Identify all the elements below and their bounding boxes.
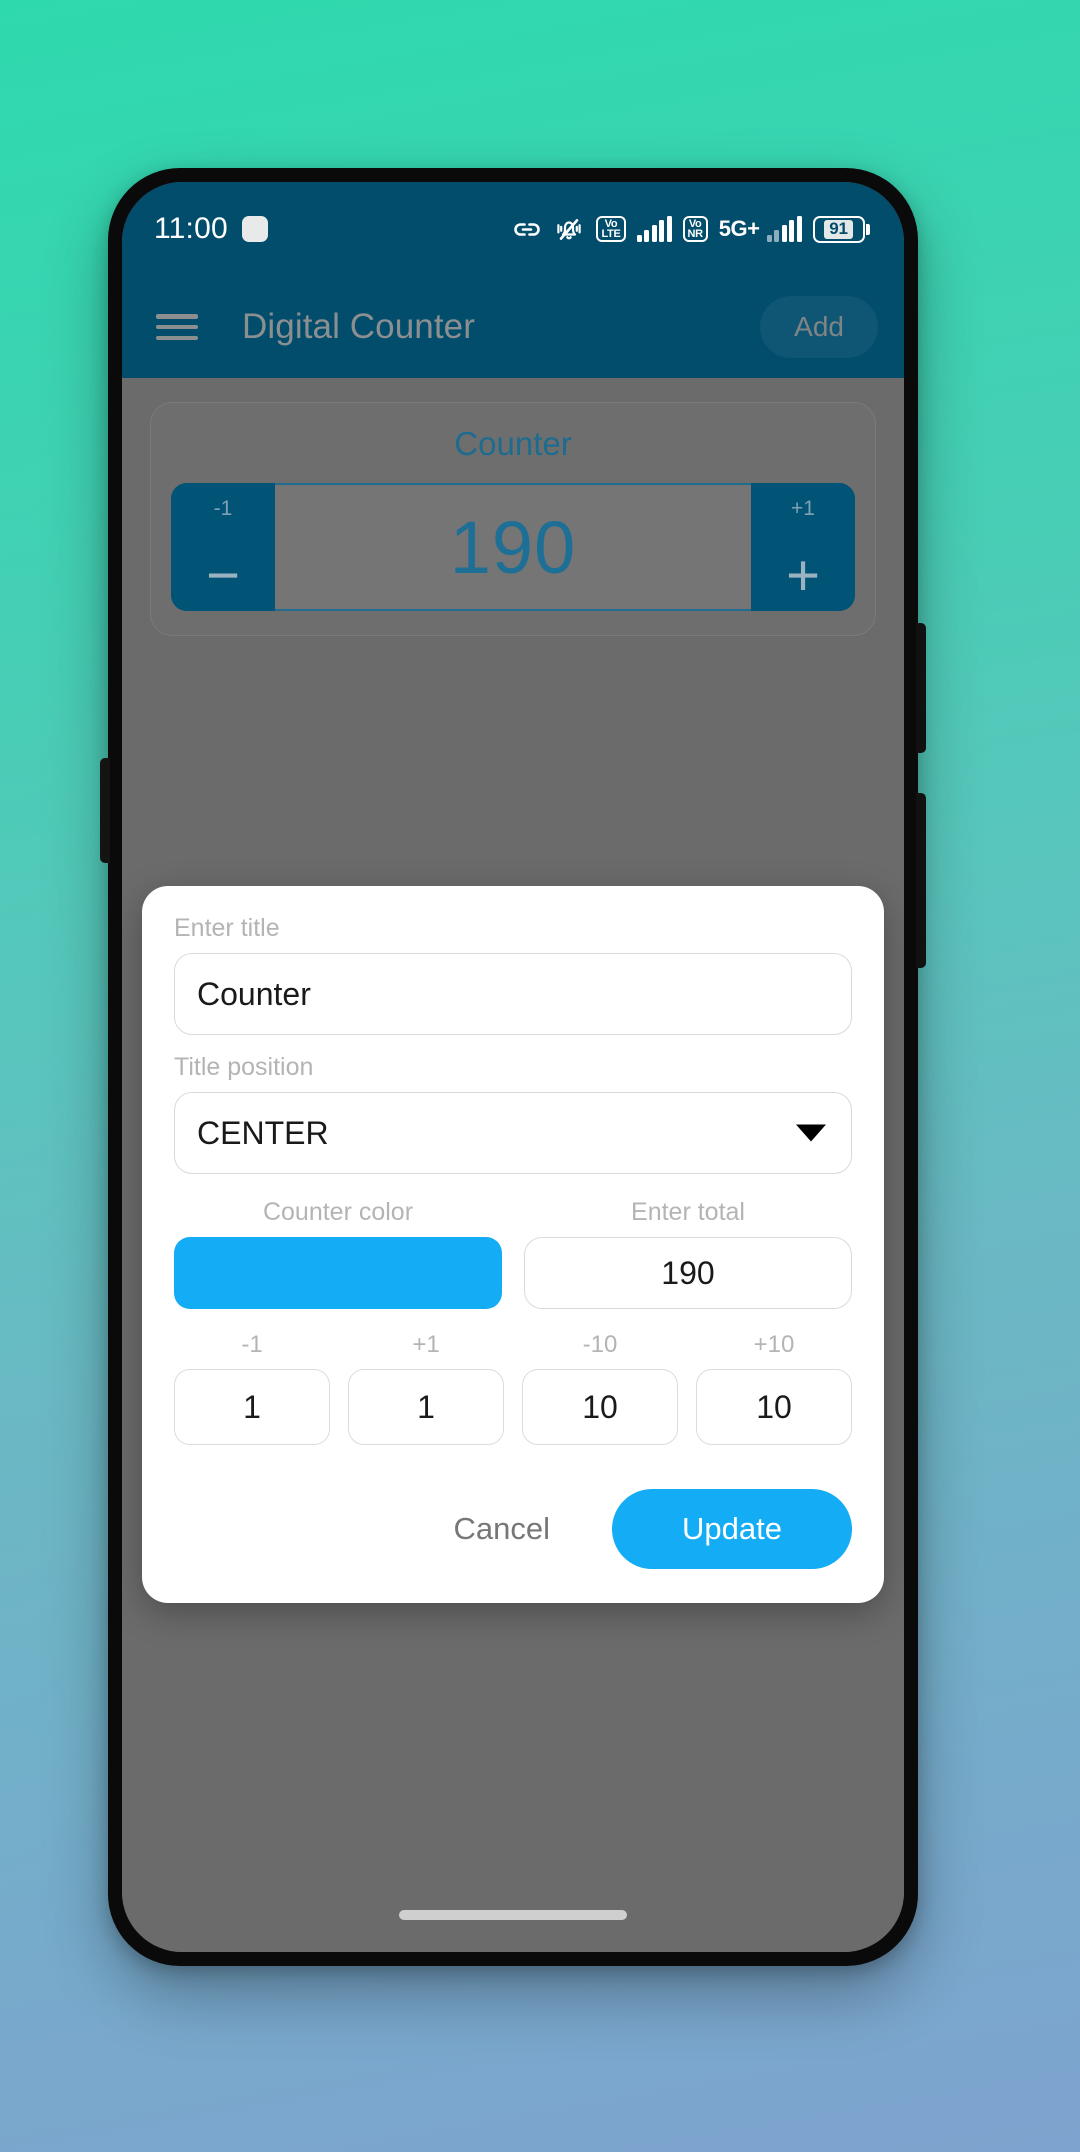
- cancel-button[interactable]: Cancel: [428, 1495, 577, 1563]
- hamburger-line: [156, 335, 198, 340]
- hamburger-line: [156, 324, 198, 330]
- title-position-select[interactable]: CENTER: [174, 1092, 852, 1174]
- counter-color-field: Counter color: [174, 1198, 502, 1309]
- position-field-label: Title position: [174, 1053, 314, 1081]
- bell-muted-icon: [557, 219, 582, 240]
- side-button-left[interactable]: [100, 758, 110, 863]
- step-field-plus-1: +1: [348, 1331, 504, 1445]
- page-title: Digital Counter: [242, 307, 475, 346]
- network-type-label: 5G+: [718, 216, 760, 241]
- step-input-minus-10[interactable]: [522, 1369, 678, 1445]
- step-label-minus-10: -10: [582, 1331, 618, 1358]
- decrement-button[interactable]: -1 −: [171, 483, 275, 611]
- step-field-minus-10: -10: [522, 1331, 678, 1445]
- app-bar: Digital Counter Add: [122, 276, 904, 378]
- step-field-plus-10: +10: [696, 1331, 852, 1445]
- counter-value-box[interactable]: 190: [275, 483, 751, 611]
- counter-color-swatch[interactable]: [174, 1237, 502, 1309]
- signal-bars-sim2-icon: [766, 216, 802, 242]
- update-button[interactable]: Update: [612, 1489, 852, 1569]
- edit-counter-dialog: Enter title Title position CENTER Counte…: [142, 886, 884, 1603]
- step-input-plus-1[interactable]: [348, 1369, 504, 1445]
- status-bar-left: 11:00: [154, 212, 268, 246]
- counter-control-row: -1 − 190 +1 +: [171, 483, 855, 611]
- step-values-row: -1 +1 -10 +10: [174, 1331, 852, 1445]
- increment-button[interactable]: +1 +: [751, 483, 855, 611]
- volte-icon: Vo LTE: [596, 215, 626, 243]
- hamburger-menu-icon[interactable]: [156, 311, 198, 343]
- enter-total-field: Enter total: [524, 1198, 852, 1309]
- main-content: Counter -1 − 190 +1 + Enter title Counte…: [122, 378, 904, 1952]
- step-field-minus-1: -1: [174, 1331, 330, 1445]
- hamburger-line: [156, 314, 198, 319]
- title-position-select-wrap: CENTER: [174, 1092, 852, 1174]
- counter-color-label: Counter color: [262, 1198, 414, 1226]
- phone-screen: 11:00 Vo LTE Vo NR 5G+ 91 Digital Counte…: [122, 182, 904, 1952]
- add-button[interactable]: Add: [760, 296, 878, 358]
- battery-fill: 91: [824, 219, 853, 239]
- enter-total-label: Enter total: [631, 1198, 745, 1226]
- volte-line2: LTE: [601, 228, 621, 240]
- title-field-label: Enter title: [174, 914, 280, 942]
- battery-icon: 91: [812, 215, 870, 243]
- vonr-line2: NR: [687, 228, 704, 240]
- counter-card-title: Counter: [454, 425, 572, 462]
- vonr-icon: Vo NR: [682, 215, 708, 243]
- minus-icon: −: [206, 543, 240, 608]
- title-input[interactable]: [174, 953, 852, 1035]
- status-bar-right: Vo LTE Vo NR 5G+ 91: [512, 215, 870, 243]
- notification-badge-icon: [241, 216, 268, 242]
- color-total-row: Counter color Enter total: [174, 1198, 852, 1309]
- battery-body: 91: [812, 215, 865, 243]
- battery-level: 91: [829, 219, 848, 238]
- counter-value: 190: [449, 505, 577, 589]
- increment-step-label: +1: [791, 497, 815, 520]
- decrement-step-label: -1: [213, 497, 233, 520]
- plus-icon: +: [786, 543, 820, 608]
- step-label-plus-1: +1: [412, 1331, 440, 1358]
- dialog-actions: Cancel Update: [174, 1489, 852, 1573]
- phone-frame: 11:00 Vo LTE Vo NR 5G+ 91 Digital Counte…: [100, 168, 926, 1966]
- battery-cap: [866, 223, 870, 235]
- power-button[interactable]: [916, 623, 926, 753]
- step-input-plus-10[interactable]: [696, 1369, 852, 1445]
- status-bar: 11:00 Vo LTE Vo NR 5G+ 91: [122, 182, 904, 276]
- status-clock: 11:00: [154, 212, 228, 245]
- volume-button[interactable]: [916, 793, 926, 968]
- step-label-minus-1: -1: [241, 1331, 263, 1358]
- home-indicator[interactable]: [399, 1910, 627, 1920]
- signal-bars-sim1-icon: [636, 216, 672, 242]
- step-input-minus-1[interactable]: [174, 1369, 330, 1445]
- enter-total-input[interactable]: [524, 1237, 852, 1309]
- counter-card: Counter -1 − 190 +1 +: [150, 402, 876, 636]
- link-icon: [514, 223, 541, 236]
- step-label-plus-10: +10: [753, 1331, 795, 1358]
